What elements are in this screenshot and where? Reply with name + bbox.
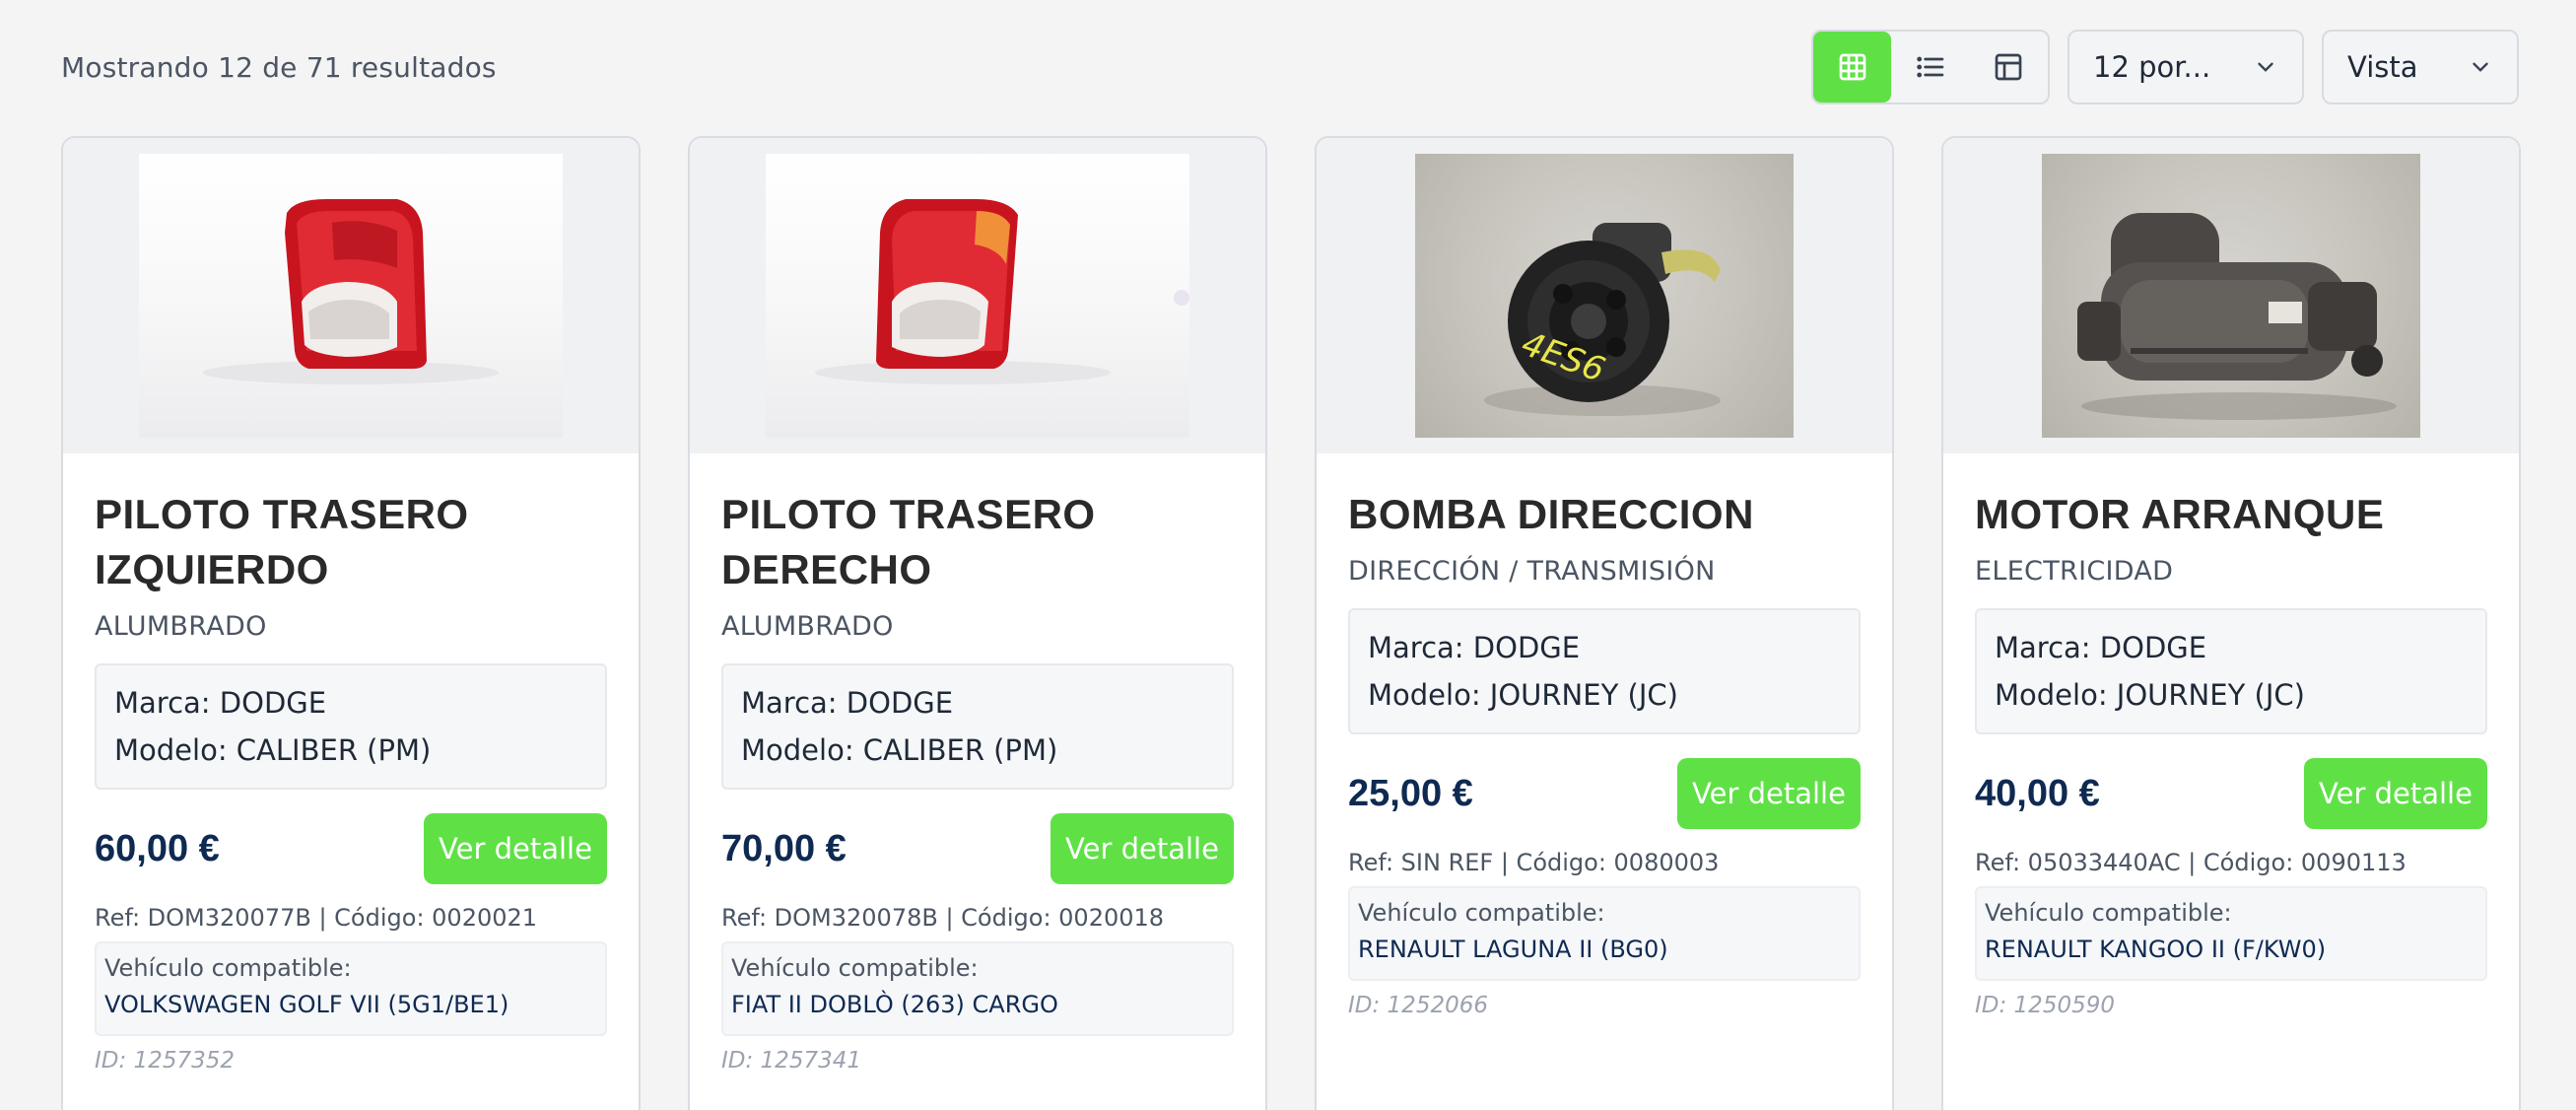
product-brand: Marca: DODGE (1995, 631, 2207, 664)
steering-pump-illustration: 4ES6 (1484, 223, 1721, 416)
table-icon (1995, 53, 2022, 81)
product-model: Modelo: JOURNEY (JC) (1995, 678, 2305, 712)
per-page-value: 12 por... (2093, 50, 2211, 84)
product-model: Modelo: CALIBER (PM) (114, 733, 432, 767)
product-image-area (63, 138, 639, 453)
view-controls: 12 por... Vista (1811, 30, 2519, 104)
product-image-area (690, 138, 1265, 453)
product-price: 70,00 € (721, 827, 847, 869)
view-detail-button[interactable]: Ver detalle (1051, 813, 1234, 884)
product-grid: PILOTO TRASERO IZQUIERDO ALUMBRADO Marca… (61, 136, 2521, 1110)
list-view-button[interactable] (1891, 32, 1969, 103)
starter-motor-illustration (2077, 213, 2397, 420)
product-category: DIRECCIÓN / TRANSMISIÓN (1348, 556, 1716, 587)
view-detail-button[interactable]: Ver detalle (424, 813, 607, 884)
product-card[interactable]: MOTOR ARRANQUE ELECTRICIDAD Marca: DODGE… (1941, 136, 2521, 1110)
product-title[interactable]: BOMBA DIRECCION (1348, 487, 1861, 542)
compatible-vehicle-box: Vehículo compatible: FIAT II DOBLÒ (263)… (721, 941, 1234, 1036)
product-price: 25,00 € (1348, 772, 1473, 814)
per-page-select[interactable]: 12 por... (2068, 30, 2304, 104)
product-model: Modelo: JOURNEY (JC) (1368, 678, 1678, 712)
compatible-vehicle-label: Vehículo compatible: (1985, 899, 2232, 927)
compatible-vehicle-label: Vehículo compatible: (1358, 899, 1605, 927)
tail-light-illustration (203, 199, 499, 384)
grid-view-button[interactable] (1813, 32, 1892, 103)
product-reference: Ref: SIN REF | Código: 0080003 (1348, 849, 1720, 876)
product-category: ALUMBRADO (721, 611, 894, 642)
grid-icon (1839, 53, 1865, 81)
compatible-vehicle-value: VOLKSWAGEN GOLF VII (5G1/BE1) (104, 991, 509, 1018)
product-card[interactable]: 4ES6 BOMBA DIRECCION DIRECCIÓN / TRANSMI… (1315, 136, 1894, 1110)
chevron-down-icon (2258, 62, 2273, 72)
product-id: ID: 1250590 (1975, 993, 2115, 1018)
product-id: ID: 1257352 (95, 1048, 235, 1074)
compatible-vehicle-label: Vehículo compatible: (104, 954, 352, 982)
product-brand: Marca: DODGE (741, 686, 954, 720)
product-title[interactable]: PILOTO TRASERO IZQUIERDO (95, 487, 607, 597)
product-price: 40,00 € (1975, 772, 2100, 814)
compatible-vehicle-box: Vehículo compatible: RENAULT LAGUNA II (… (1348, 886, 1861, 981)
results-toolbar: Mostrando 12 de 71 resultados 12 por... … (61, 30, 2519, 104)
product-title[interactable]: MOTOR ARRANQUE (1975, 487, 2487, 542)
view-select[interactable]: Vista (2322, 30, 2519, 104)
table-view-button[interactable] (1970, 32, 2048, 103)
chevron-down-icon (2473, 62, 2488, 72)
tail-light-photo[interactable] (139, 154, 563, 438)
product-brand: Marca: DODGE (1368, 631, 1581, 664)
results-count: Mostrando 12 de 71 resultados (61, 50, 497, 84)
product-specs: Marca: DODGE Modelo: CALIBER (PM) (95, 663, 607, 790)
tail-light-photo[interactable] (766, 154, 1189, 438)
steering-pump-photo[interactable]: 4ES6 (1415, 154, 1794, 438)
compatible-vehicle-value: RENAULT LAGUNA II (BG0) (1358, 936, 1668, 963)
product-specs: Marca: DODGE Modelo: JOURNEY (JC) (1975, 608, 2487, 734)
list-icon (1917, 56, 1944, 78)
product-brand: Marca: DODGE (114, 686, 327, 720)
tail-light-illustration (815, 199, 1189, 384)
compatible-vehicle-value: FIAT II DOBLÒ (263) CARGO (731, 991, 1058, 1018)
product-reference: Ref: DOM320078B | Código: 0020018 (721, 904, 1165, 932)
product-card[interactable]: PILOTO TRASERO DERECHO ALUMBRADO Marca: … (688, 136, 1267, 1110)
view-mode-toggle (1811, 30, 2050, 104)
product-reference: Ref: 05033440AC | Código: 0090113 (1975, 849, 2407, 876)
product-id: ID: 1257341 (721, 1048, 861, 1074)
product-category: ELECTRICIDAD (1975, 556, 2174, 587)
product-image-area: 4ES6 (1317, 138, 1892, 453)
product-model: Modelo: CALIBER (PM) (741, 733, 1058, 767)
view-detail-button[interactable]: Ver detalle (2304, 758, 2487, 829)
compatible-vehicle-box: Vehículo compatible: RENAULT KANGOO II (… (1975, 886, 2487, 981)
product-category: ALUMBRADO (95, 611, 267, 642)
product-id: ID: 1252066 (1348, 993, 1488, 1018)
compatible-vehicle-box: Vehículo compatible: VOLKSWAGEN GOLF VII… (95, 941, 607, 1036)
product-reference: Ref: DOM320077B | Código: 0020021 (95, 904, 538, 932)
compatible-vehicle-value: RENAULT KANGOO II (F/KW0) (1985, 936, 2327, 963)
product-title[interactable]: PILOTO TRASERO DERECHO (721, 487, 1234, 597)
product-image-area (1943, 138, 2519, 453)
view-detail-button[interactable]: Ver detalle (1677, 758, 1861, 829)
starter-motor-photo[interactable] (2042, 154, 2420, 438)
compatible-vehicle-label: Vehículo compatible: (731, 954, 979, 982)
view-select-value: Vista (2347, 50, 2418, 84)
product-card[interactable]: PILOTO TRASERO IZQUIERDO ALUMBRADO Marca… (61, 136, 641, 1110)
product-specs: Marca: DODGE Modelo: JOURNEY (JC) (1348, 608, 1861, 734)
product-specs: Marca: DODGE Modelo: CALIBER (PM) (721, 663, 1234, 790)
product-price: 60,00 € (95, 827, 220, 869)
